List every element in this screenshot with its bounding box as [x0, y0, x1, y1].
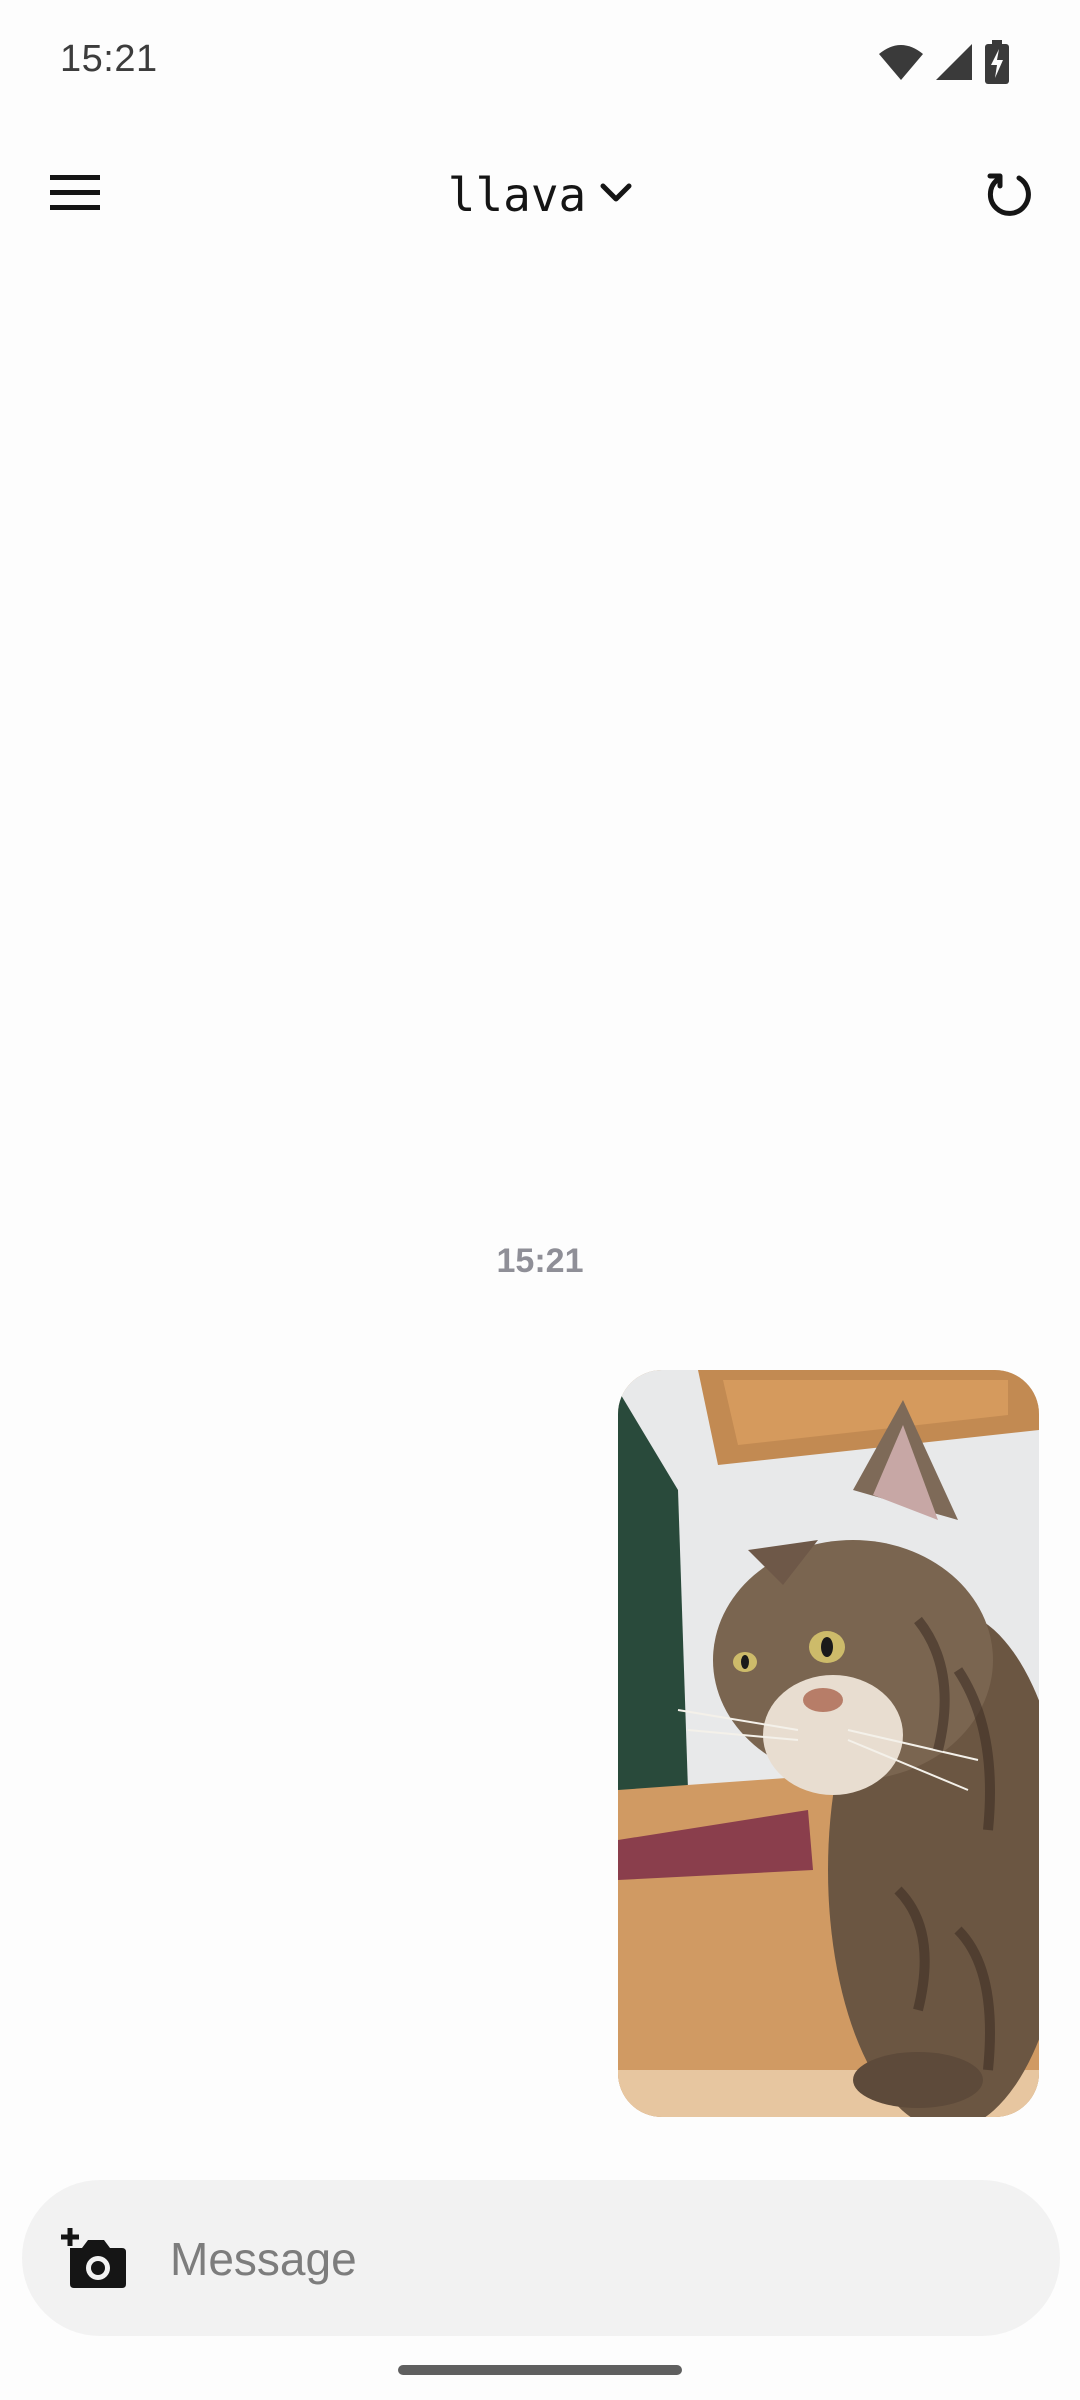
add-photo-button[interactable] — [60, 2226, 130, 2292]
status-bar: 15:21 — [0, 0, 1080, 120]
message-input[interactable] — [168, 2218, 992, 2300]
message-timestamp: 15:21 — [496, 1242, 584, 1280]
wifi-icon — [878, 42, 924, 82]
status-time: 15:21 — [60, 38, 158, 80]
chevron-down-icon — [600, 182, 632, 209]
refresh-button[interactable] — [970, 160, 1045, 235]
cellular-signal-icon — [934, 42, 974, 82]
home-indicator[interactable] — [398, 2365, 682, 2375]
cat-photo — [618, 1370, 1039, 2117]
status-icons — [878, 40, 1010, 84]
add-photo-camera-icon — [60, 2228, 130, 2296]
menu-button[interactable] — [40, 160, 110, 230]
refresh-icon — [983, 170, 1033, 225]
model-selector[interactable]: llava — [410, 168, 670, 222]
app-bar: llava — [0, 140, 1080, 260]
battery-charging-icon — [984, 40, 1010, 84]
hamburger-menu-icon — [50, 174, 100, 216]
image-message-bubble[interactable] — [618, 1370, 1039, 2117]
message-composer — [22, 2180, 1060, 2336]
model-name: llava — [447, 168, 587, 222]
